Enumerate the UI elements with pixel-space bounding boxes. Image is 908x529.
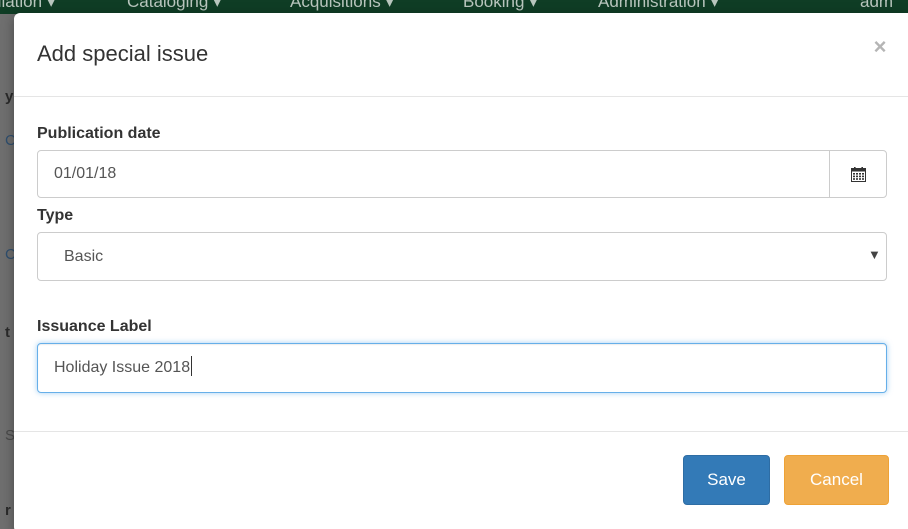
background-text-fragment: r <box>5 502 11 519</box>
calendar-button[interactable] <box>829 150 887 198</box>
cancel-button[interactable]: Cancel <box>784 455 889 505</box>
type-selected-value: Basic <box>64 248 104 265</box>
issuance-label-value: Holiday Issue 2018 <box>54 359 191 376</box>
issuance-label-input[interactable]: Holiday Issue 2018 <box>37 343 887 393</box>
close-icon[interactable]: × <box>871 35 889 59</box>
background-text-fragment: t <box>5 324 10 341</box>
background-navbar: ulation ▾ Cataloging ▾ Acquisitions ▾ Bo… <box>0 0 908 14</box>
nav-item-administration: Administration ▾ <box>598 0 719 11</box>
add-special-issue-dialog: Add special issue × Publication date 01/… <box>14 13 908 529</box>
publication-date-value: 01/01/18 <box>54 165 117 182</box>
modal-title: Add special issue <box>37 41 209 66</box>
nav-item-admin-account: adm <box>860 0 894 11</box>
nav-item-circulation: ulation ▾ <box>0 0 56 11</box>
nav-item-cataloging: Cataloging ▾ <box>127 0 222 11</box>
nav-item-acquisitions: Acquisitions ▾ <box>290 0 394 11</box>
calendar-icon <box>851 167 866 182</box>
caret-down-icon: ▼ <box>868 247 881 262</box>
background-text-fragment: y <box>5 88 14 105</box>
modal-header: Add special issue × <box>14 13 908 97</box>
type-label: Type <box>37 207 74 224</box>
publication-date-input[interactable]: 01/01/18 <box>37 150 830 198</box>
issuance-label-label: Issuance Label <box>37 318 152 335</box>
nav-item-booking: Booking ▾ <box>463 0 538 11</box>
save-button[interactable]: Save <box>683 455 770 505</box>
modal-footer: Save Cancel <box>14 431 908 529</box>
type-select[interactable]: Basic ▼ <box>37 232 887 281</box>
text-cursor <box>191 356 193 376</box>
publication-date-label: Publication date <box>37 125 161 142</box>
